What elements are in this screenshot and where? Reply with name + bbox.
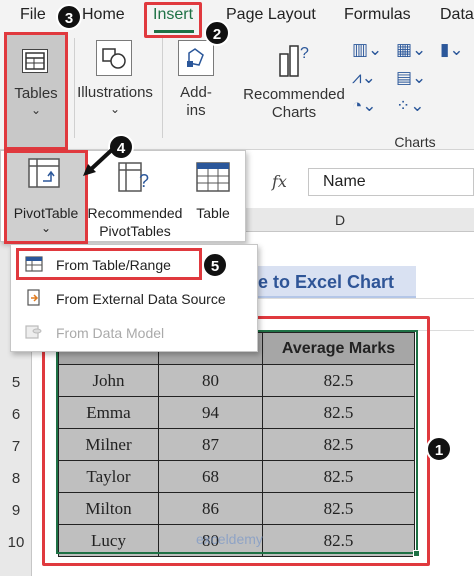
tables-label: Tables xyxy=(14,85,58,102)
recommended-charts-icon: ? xyxy=(274,40,314,78)
line-chart-icon[interactable]: ⩘⌄ xyxy=(352,68,376,88)
row-header-7[interactable]: 7 xyxy=(0,438,32,455)
row-header-8[interactable]: 8 xyxy=(0,470,32,487)
tab-insert-underline xyxy=(154,30,194,33)
menu-item-label: From Data Model xyxy=(56,325,165,341)
step-1-highlight xyxy=(42,316,430,566)
fx-icon[interactable]: fx xyxy=(272,172,287,191)
addins-button[interactable]: Add- ins xyxy=(168,36,224,132)
chevron-down-icon: ⌄ xyxy=(40,221,52,235)
waterfall-chart-icon[interactable]: ▮⌄ xyxy=(440,40,464,60)
step-4-arrow xyxy=(83,144,118,176)
recommended-pivottables-label-line2: PivotTables xyxy=(99,223,171,239)
statistic-chart-icon[interactable]: ▤⌄ xyxy=(396,68,426,88)
recommended-charts-label-line1: Recommended xyxy=(243,86,345,103)
addins-label-line2: ins xyxy=(186,102,206,119)
addins-label-line1: Add- xyxy=(180,84,212,101)
tab-file[interactable]: File xyxy=(20,6,46,24)
row-header-9[interactable]: 9 xyxy=(0,502,32,519)
tab-data[interactable]: Data xyxy=(440,6,474,24)
chevron-down-icon: ⌄ xyxy=(30,103,42,117)
tab-home[interactable]: Home xyxy=(82,6,125,24)
column-chart-icon[interactable]: ▥⌄ xyxy=(352,40,382,60)
menu-item-from-external-data-source[interactable]: From External Data Source xyxy=(11,283,257,315)
svg-text:?: ? xyxy=(139,171,149,191)
pivottable-icon xyxy=(27,157,63,191)
pivottable-label: PivotTable xyxy=(13,205,79,221)
ribbon-separator xyxy=(74,38,75,138)
charts-group-label: Charts xyxy=(394,134,436,150)
tab-page-layout[interactable]: Page Layout xyxy=(226,6,316,24)
scatter-chart-icon[interactable]: ⁘⌄ xyxy=(396,96,425,116)
step-5-highlight xyxy=(16,248,202,280)
step-3-badge: 3 xyxy=(56,4,82,30)
step-1-badge: 1 xyxy=(426,436,452,462)
tables-icon xyxy=(22,49,48,73)
table-icon xyxy=(195,161,231,195)
svg-text:?: ? xyxy=(300,45,309,62)
recommended-pivottables-icon: ? xyxy=(117,161,153,195)
row-header-5[interactable]: 5 xyxy=(0,374,32,391)
illustrations-icon xyxy=(96,40,132,76)
step-5-badge: 5 xyxy=(202,252,228,278)
recommended-charts-button[interactable]: ? Recommended Charts xyxy=(238,36,350,132)
column-header-d[interactable]: D xyxy=(330,212,350,228)
addins-icon xyxy=(178,40,214,76)
row-header-6[interactable]: 6 xyxy=(0,406,32,423)
sheet-title: e to Excel Chart xyxy=(258,272,395,292)
pivottable-button[interactable]: PivotTable ⌄ xyxy=(4,150,88,244)
tab-formulas[interactable]: Formulas xyxy=(344,6,411,24)
recommended-charts-label-line2: Charts xyxy=(271,104,317,121)
step-2-badge: 2 xyxy=(204,20,230,46)
tables-button[interactable]: Tables ⌄ xyxy=(4,32,68,150)
watermark-logo: exceldemy xyxy=(196,531,263,547)
hierarchy-chart-icon[interactable]: ▦⌄ xyxy=(396,40,426,60)
pie-chart-icon[interactable]: ◔⌄ xyxy=(352,96,377,116)
table-label: Table xyxy=(196,205,230,221)
menu-item-label: From External Data Source xyxy=(56,291,226,307)
menu-item-from-data-model: From Data Model xyxy=(11,317,257,349)
ribbon-separator xyxy=(162,38,163,138)
data-model-icon xyxy=(25,323,43,341)
row-header-10[interactable]: 10 xyxy=(0,534,32,551)
recommended-pivottables-label-line1: Recommended xyxy=(87,205,183,221)
table-button[interactable]: Table xyxy=(185,155,241,239)
illustrations-button[interactable]: Illustrations ⌄ xyxy=(76,36,154,132)
illustrations-label: Illustrations xyxy=(77,84,153,101)
external-data-icon xyxy=(25,289,43,307)
chevron-down-icon: ⌄ xyxy=(109,102,121,116)
formula-input[interactable]: Name xyxy=(308,168,474,196)
